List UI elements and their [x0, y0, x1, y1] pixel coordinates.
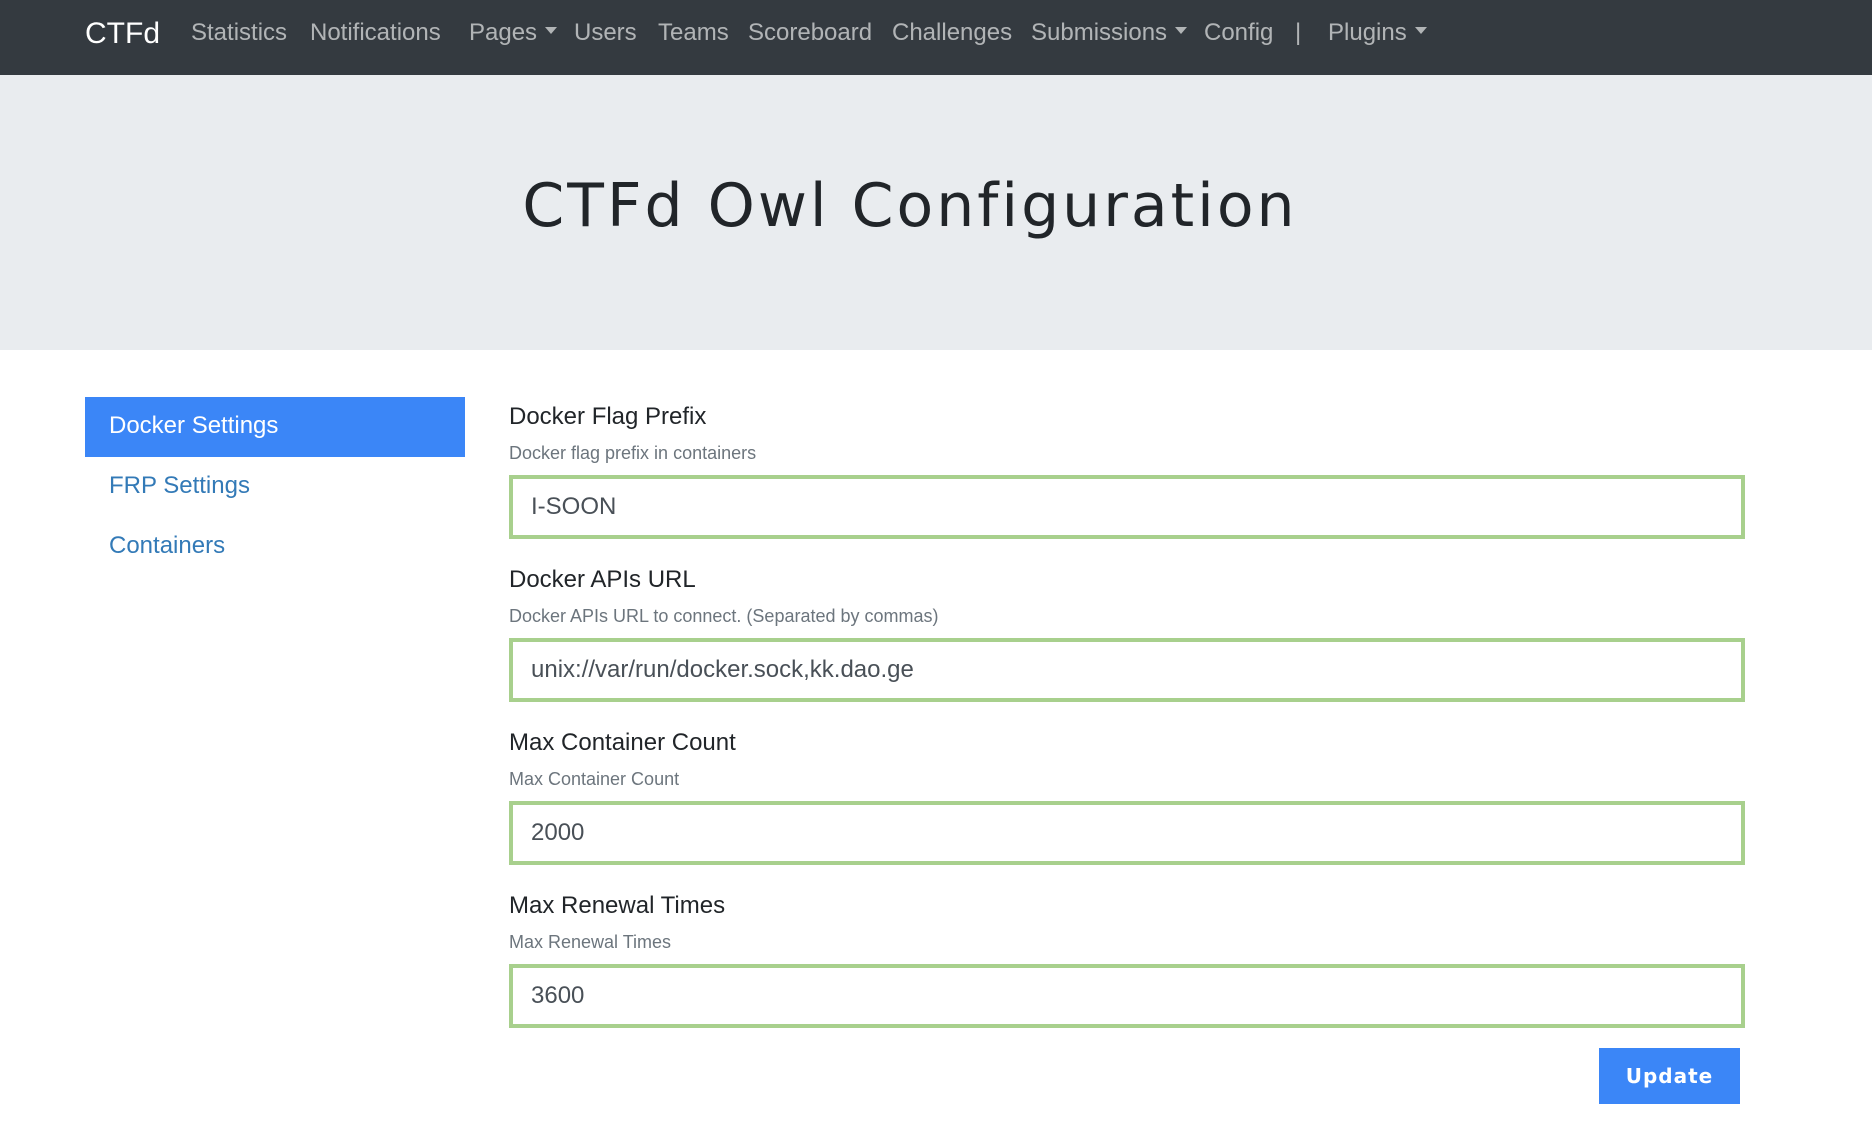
nav-submissions-label: Submissions: [1031, 19, 1168, 46]
top-navbar: CTFd Statistics Notifications Pages User…: [0, 0, 1872, 75]
nav-challenges[interactable]: Challenges: [892, 18, 1012, 48]
nav-submissions-dropdown[interactable]: Submissions: [1031, 18, 1188, 48]
nav-pages-label: Pages: [469, 19, 538, 46]
nav-users[interactable]: Users: [574, 18, 637, 48]
max-renewal-times-help: Max Renewal Times: [509, 932, 672, 952]
form-group-max-container-count: Max Container Count Max Container Count: [509, 723, 1745, 886]
flag-prefix-label: Docker Flag Prefix: [509, 403, 707, 430]
sidebar-item-frp-settings[interactable]: FRP Settings: [85, 457, 465, 517]
apis-url-input[interactable]: [509, 638, 1745, 702]
nav-teams[interactable]: Teams: [658, 18, 729, 48]
max-container-count-help: Max Container Count: [509, 769, 680, 789]
flag-prefix-input[interactable]: [509, 475, 1745, 539]
max-container-count-label: Max Container Count: [509, 729, 736, 756]
brand-logo[interactable]: CTFd: [85, 16, 160, 52]
max-container-count-input[interactable]: [509, 801, 1745, 865]
chevron-down-icon: [1175, 27, 1188, 35]
chevron-down-icon: [1414, 27, 1427, 35]
form-group-flag-prefix: Docker Flag Prefix Docker flag prefix in…: [509, 397, 1745, 560]
nav-plugins-dropdown[interactable]: Plugins: [1328, 18, 1427, 48]
max-renewal-times-label: Max Renewal Times: [509, 892, 726, 919]
max-renewal-times-input[interactable]: [509, 964, 1745, 1028]
page-title: CTFd Owl Configuration: [522, 171, 1298, 241]
apis-url-label: Docker APIs URL: [509, 566, 696, 593]
nav-scoreboard[interactable]: Scoreboard: [748, 18, 872, 48]
sidebar-item-containers[interactable]: Containers: [85, 517, 465, 577]
chevron-down-icon: [545, 27, 558, 35]
flag-prefix-help: Docker flag prefix in containers: [509, 443, 757, 463]
nav-plugins-label: Plugins: [1328, 19, 1407, 46]
update-button[interactable]: Update: [1599, 1048, 1740, 1104]
apis-url-help: Docker APIs URL to connect. (Separated b…: [509, 606, 939, 626]
nav-pages-dropdown[interactable]: Pages: [469, 18, 558, 48]
nav-divider: |: [1295, 19, 1302, 46]
sidebar-item-docker-settings[interactable]: Docker Settings: [85, 397, 465, 457]
form-group-apis-url: Docker APIs URL Docker APIs URL to conne…: [509, 560, 1745, 723]
docker-settings-form: Docker Flag Prefix Docker flag prefix in…: [509, 397, 1745, 1049]
nav-statistics[interactable]: Statistics: [191, 18, 287, 48]
settings-sidebar: Docker Settings FRP Settings Containers: [85, 397, 465, 577]
form-group-max-renewal-times: Max Renewal Times Max Renewal Times: [509, 886, 1745, 1049]
page-header: CTFd Owl Configuration: [0, 75, 1872, 350]
nav-config[interactable]: Config: [1204, 18, 1273, 48]
nav-notifications[interactable]: Notifications: [310, 18, 441, 48]
